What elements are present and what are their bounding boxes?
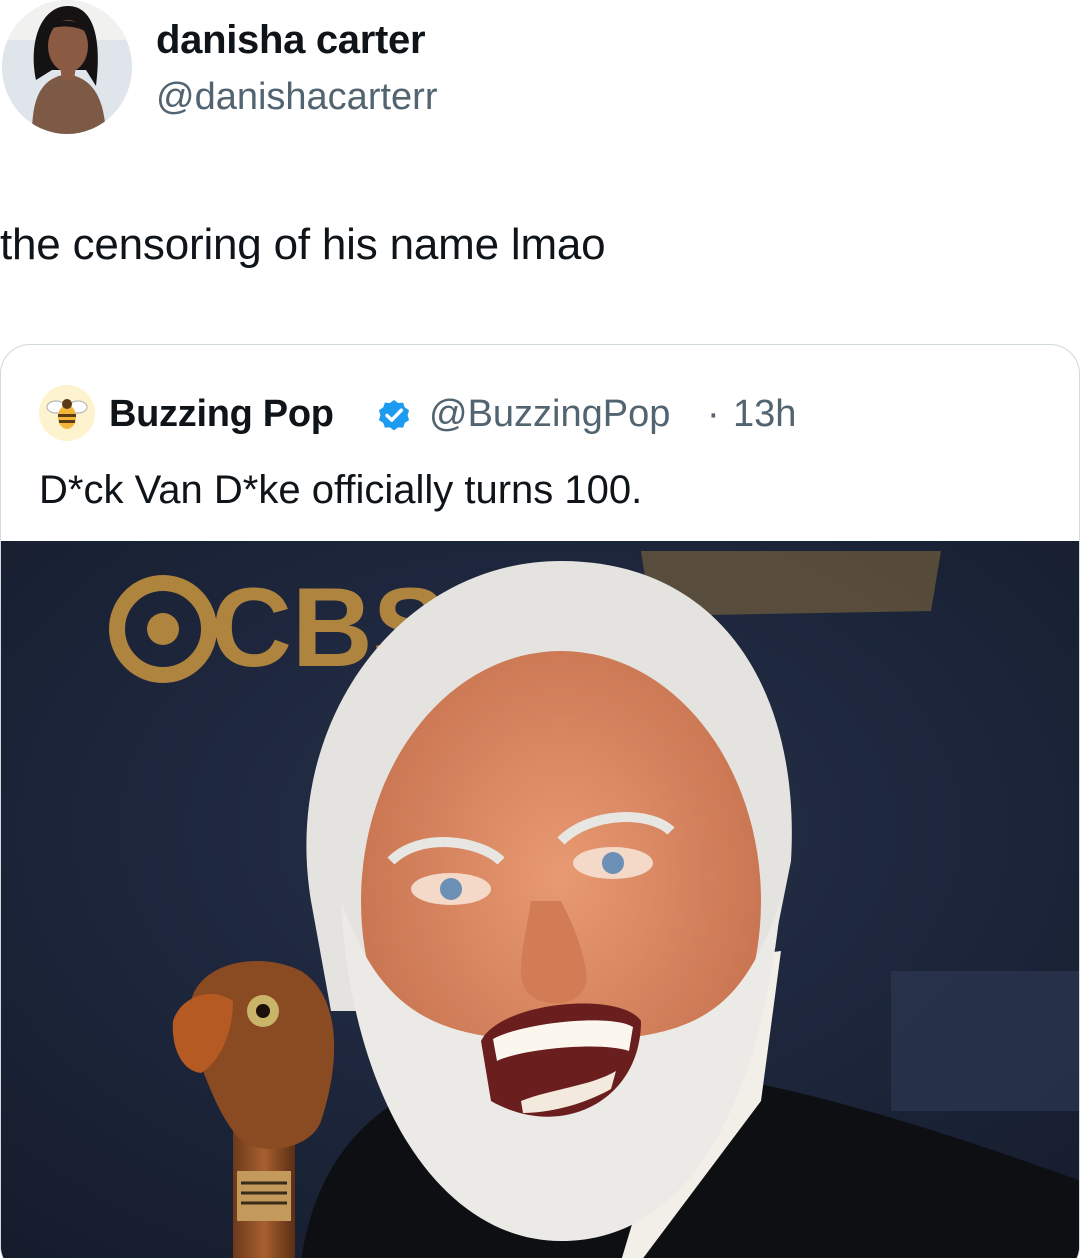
quoted-tweet-text: D*ck Van D*ke officially turns 100. [39,468,643,512]
tweet-screenshot: danisha carter @danishacarterr the censo… [0,0,1080,1258]
photo-image: CBS [1,541,1079,1258]
profile-photo-icon [2,0,132,134]
quoted-author-avatar[interactable] [39,385,95,441]
meta-separator: · [707,393,720,435]
bee-logo-icon [39,385,95,441]
quoted-tweet-card[interactable]: Buzzing Pop @BuzzingPop · 13h D*ck Van D… [0,344,1080,1258]
tweet-author: danisha carter @danishacarterr [0,0,1080,140]
quoted-tweet-photo[interactable]: CBS [1,541,1079,1258]
quoted-author-display-name[interactable]: Buzzing Pop [109,391,334,437]
author-display-name[interactable]: danisha carter [156,16,426,64]
verified-badge-icon [375,396,413,434]
author-handle[interactable]: @danishacarterr [156,74,437,120]
quoted-author-handle[interactable]: @BuzzingPop [429,391,670,437]
author-avatar[interactable] [2,0,132,134]
quoted-tweet-timestamp[interactable]: 13h [733,391,796,437]
tweet-text: the censoring of his name lmao [0,220,606,269]
